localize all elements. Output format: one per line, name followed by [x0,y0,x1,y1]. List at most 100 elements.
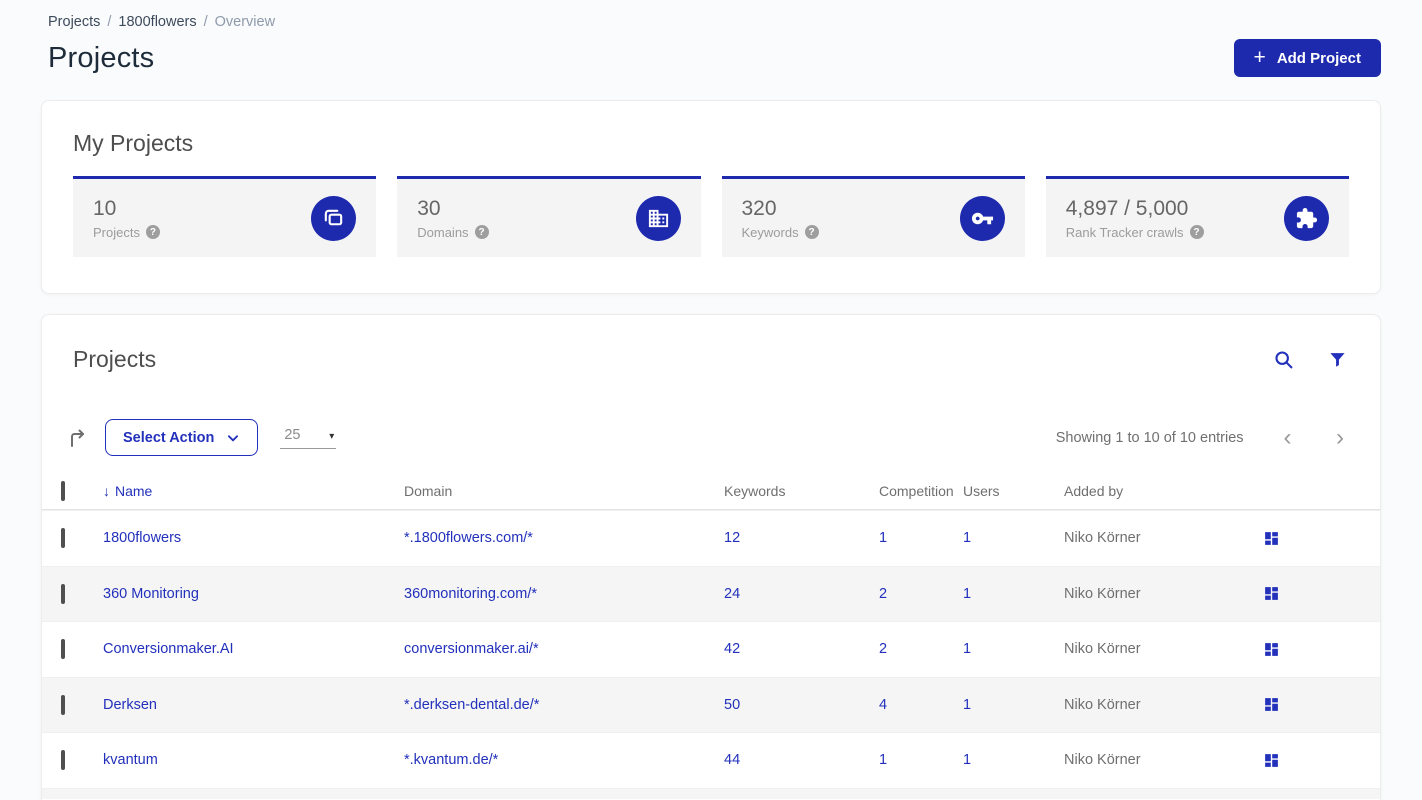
help-icon[interactable]: ? [145,225,160,239]
page-title: Projects [48,41,155,74]
help-icon[interactable]: ? [804,225,819,239]
users-count[interactable]: 1 [963,752,1064,768]
added-by: Niko Körner [1064,696,1141,713]
users-count[interactable]: 1 [963,586,1064,602]
column-header-competition: Competition [879,483,954,499]
key-icon [959,195,1005,241]
column-header-users: Users [963,483,1000,499]
chevron-down-icon [228,434,239,441]
stat-domains-label: Domains [417,224,469,240]
column-header-name[interactable]: ↓ Name [103,483,404,499]
project-domain-link[interactable]: *.derksen-dental.de/* [404,697,724,713]
stat-keywords: 320 Keywords ? [721,176,1025,257]
table-row: 1800flowers *.1800flowers.com/* 12 1 1 N… [42,510,1380,566]
project-domain-link[interactable]: *.1800flowers.com/* [404,530,724,546]
search-icon[interactable] [1273,349,1294,370]
project-name-link[interactable]: kvantum [103,752,404,768]
table-row: Derksen *.derksen-dental.de/* 50 4 1 Nik… [42,676,1380,732]
project-name-link[interactable]: 1800flowers [103,530,404,546]
added-by: Niko Körner [1064,752,1141,769]
stat-projects-label: Projects [93,224,140,240]
stat-domains: 30 Domains ? [397,176,701,257]
keywords-count[interactable]: 24 [724,586,879,602]
row-checkbox[interactable] [61,583,65,604]
dashboard-icon[interactable] [1263,585,1280,602]
dashboard-icon[interactable] [1263,696,1280,713]
competition-count[interactable]: 2 [879,586,963,602]
stat-rank-tracker-value: 4,897 / 5,000 [1065,196,1189,220]
keywords-count[interactable]: 12 [724,530,879,546]
breadcrumb-separator: / [203,14,208,30]
stat-rank-tracker-label: Rank Tracker crawls [1065,224,1184,240]
stat-projects-value: 10 [93,196,117,220]
next-page-button[interactable]: › [1330,425,1350,450]
column-header-domain: Domain [404,483,453,499]
puzzle-icon [1284,195,1329,241]
select-all-checkbox[interactable] [61,481,65,501]
stat-keywords-value: 320 [741,196,777,220]
filter-icon[interactable] [1328,350,1347,369]
stat-projects: 10 Projects ? [73,176,377,257]
keywords-count[interactable]: 44 [724,752,879,768]
added-by: Niko Körner [1064,641,1141,658]
projects-table-card: Projects Select Action 25 ▾ Showing 1 to… [41,314,1381,800]
page-header: Projects / 1800flowers / Overview Projec… [0,0,1422,77]
breadcrumb: Projects / 1800flowers / Overview [48,14,1381,30]
competition-count[interactable]: 4 [879,697,963,713]
users-count[interactable]: 1 [963,530,1064,546]
breadcrumb-projects[interactable]: Projects [48,14,100,30]
competition-count[interactable]: 1 [879,530,963,546]
stats-row: 10 Projects ? 30 Domains ? 320 Keywords … [73,176,1349,257]
row-checkbox[interactable] [61,639,65,660]
help-icon[interactable]: ? [474,225,489,239]
dashboard-icon[interactable] [1263,530,1280,547]
project-name-link[interactable]: Conversionmaker.AI [103,641,404,657]
users-count[interactable]: 1 [963,697,1064,713]
column-header-keywords: Keywords [724,483,786,499]
add-project-button[interactable]: + Add Project [1233,39,1381,77]
page-size-select[interactable]: 25 ▾ [280,426,337,449]
table-header-row: ↓ Name Domain Keywords Competition Users… [42,473,1380,510]
page-size-value: 25 [284,426,301,443]
column-header-added-by: Added by [1064,483,1124,499]
users-count[interactable]: 1 [963,641,1064,657]
keywords-count[interactable]: 50 [724,697,879,713]
table-row: 360 Monitoring 360monitoring.com/* 24 2 … [42,565,1380,621]
project-domain-link[interactable]: conversionmaker.ai/* [404,641,724,657]
my-projects-card: My Projects 10 Projects ? 30 Domains ? 3… [41,100,1381,294]
stat-keywords-label: Keywords [741,224,799,240]
breadcrumb-separator: / [107,14,112,30]
row-checkbox[interactable] [61,528,65,549]
page: Projects / 1800flowers / Overview Projec… [0,0,1422,800]
row-checkbox[interactable] [61,750,65,771]
project-name-link[interactable]: Derksen [103,697,404,713]
building-icon [635,195,681,241]
select-action-label: Select Action [123,429,215,446]
stat-rank-tracker: 4,897 / 5,000 Rank Tracker crawls ? [1045,176,1349,257]
project-domain-link[interactable]: *.kvantum.de/* [404,752,724,768]
breadcrumb-project[interactable]: 1800flowers [118,14,196,30]
plus-icon: + [1253,45,1266,69]
projects-stack-icon [311,195,357,241]
prev-page-button[interactable]: ‹ [1278,425,1298,450]
competition-count[interactable]: 1 [879,752,963,768]
sort-desc-icon: ↓ [103,483,110,499]
showing-entries-text: Showing 1 to 10 of 10 entries [1055,429,1244,446]
breadcrumb-current: Overview [214,14,276,30]
table-toolbar: Select Action 25 ▾ Showing 1 to 10 of 10… [42,419,1380,456]
redirect-arrow-icon[interactable] [66,426,90,450]
select-action-dropdown[interactable]: Select Action [105,419,259,456]
project-name-link[interactable]: 360 Monitoring [103,586,404,602]
add-project-label: Add Project [1276,49,1361,67]
keywords-count[interactable]: 42 [724,641,879,657]
my-projects-title: My Projects [73,130,194,156]
dashboard-icon[interactable] [1263,752,1280,769]
added-by: Niko Körner [1064,530,1141,547]
competition-count[interactable]: 2 [879,641,963,657]
row-checkbox[interactable] [61,694,65,715]
table-row [42,787,1380,799]
table-row: Conversionmaker.AI conversionmaker.ai/* … [42,621,1380,677]
project-domain-link[interactable]: 360monitoring.com/* [404,586,724,602]
help-icon[interactable]: ? [1189,225,1204,239]
dashboard-icon[interactable] [1263,641,1280,658]
